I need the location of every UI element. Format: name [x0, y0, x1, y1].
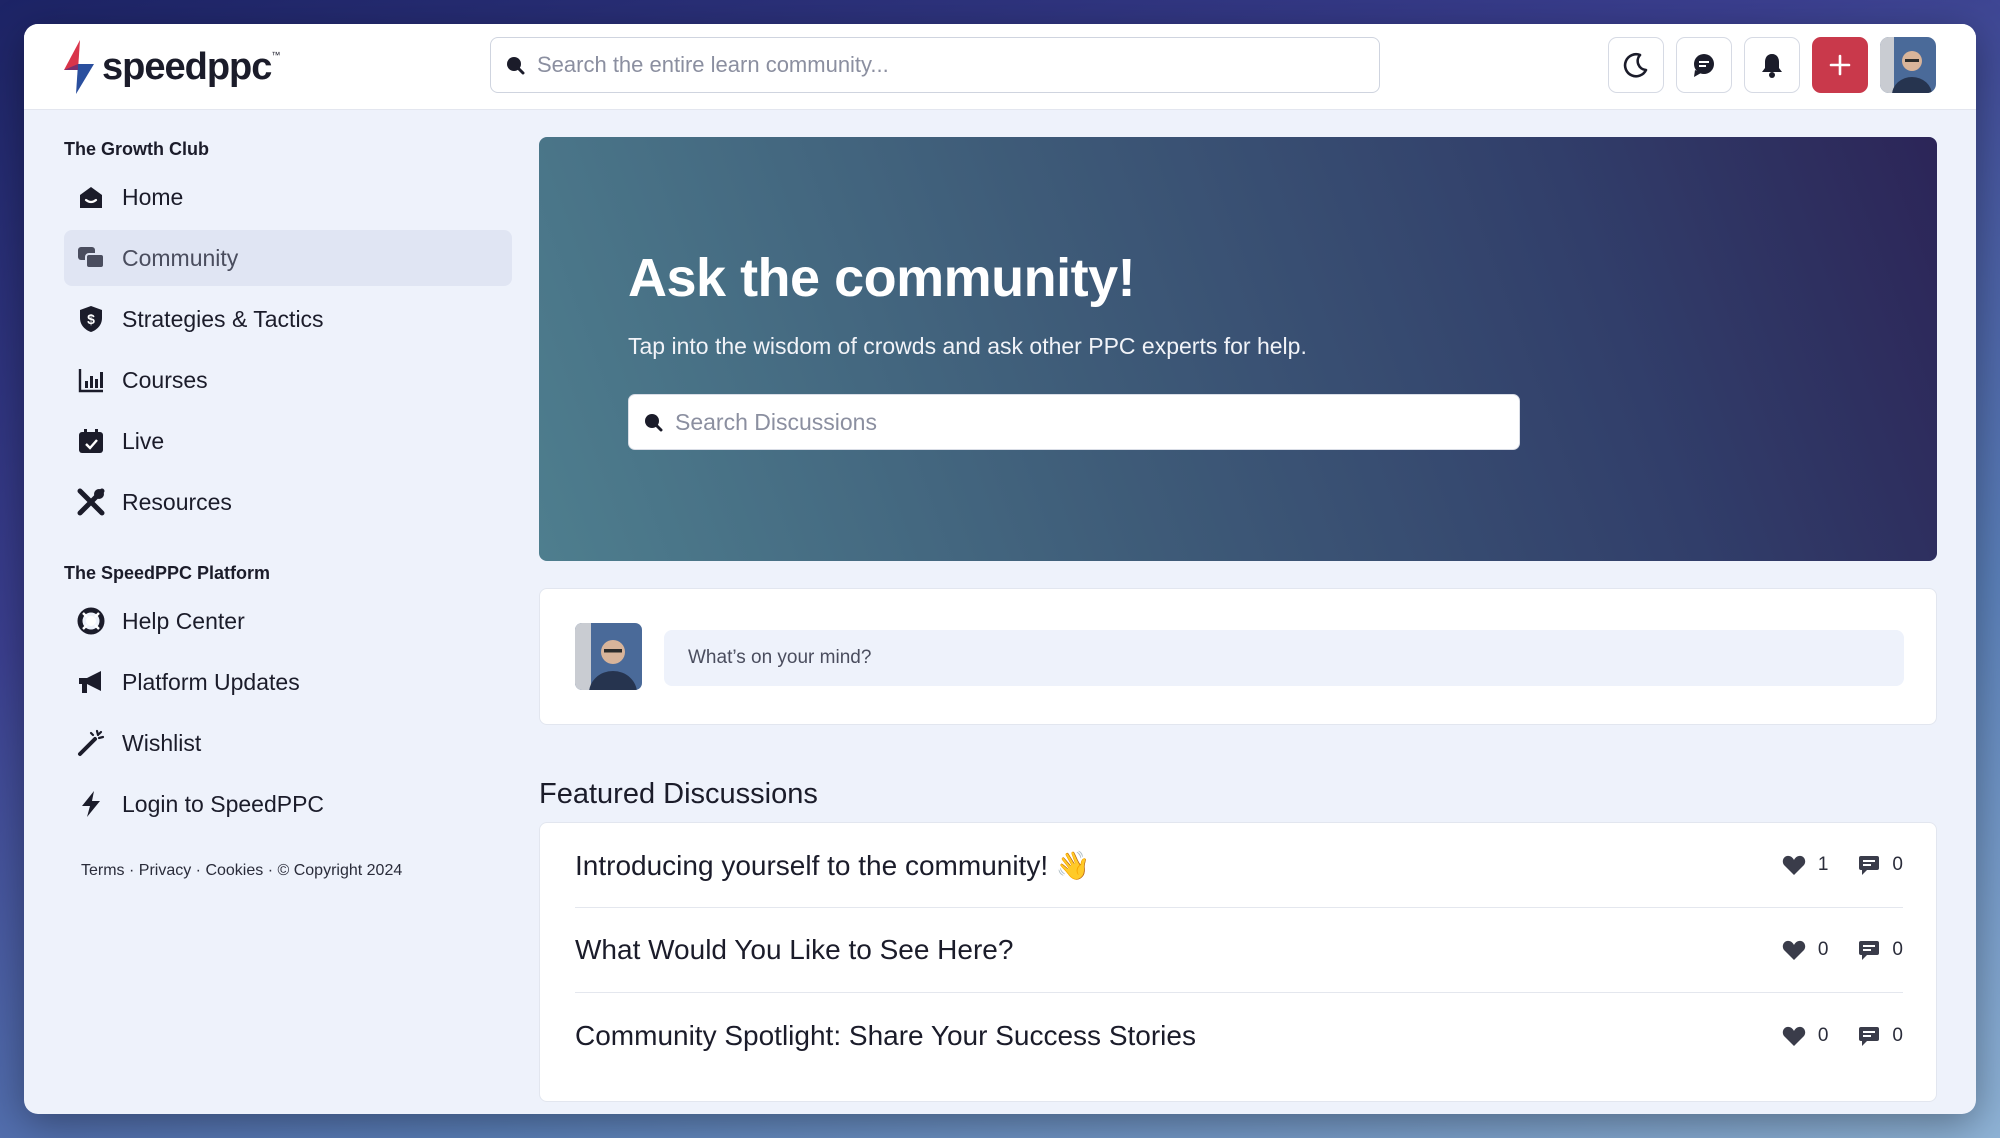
list-item[interactable]: What Would You Like to See Here? 0 0 [575, 908, 1903, 993]
whats-on-your-mind-input[interactable]: What’s on your mind? [664, 630, 1904, 686]
heart-icon[interactable] [1782, 854, 1806, 876]
comment-count: 0 [1892, 939, 1903, 960]
brand-name: speedppc [102, 45, 272, 88]
sidebar-section-platform: The SpeedPPC Platform [64, 562, 271, 583]
sidebar-item-live[interactable]: Live [64, 413, 512, 469]
sidebar-item-label: Community [122, 244, 239, 271]
sidebar-item-courses[interactable]: Courses [64, 352, 512, 408]
top-bar: speedppc™ [24, 24, 1976, 110]
discussion-search-input[interactable] [675, 408, 1464, 436]
app-window: speedppc™ Search the entire learn commun… [24, 24, 1976, 1114]
comment-icon[interactable] [1858, 939, 1880, 961]
terms-link[interactable]: Terms [81, 862, 125, 879]
user-photo-icon [1880, 37, 1936, 93]
tools-icon [76, 487, 106, 517]
global-search-input[interactable] [537, 52, 1324, 78]
comment-count: 0 [1892, 854, 1903, 875]
sidebar: The Growth Club Home Community $ Strateg… [64, 134, 512, 880]
hero-banner: Ask the community! Tap into the wisdom o… [539, 137, 1937, 561]
bell-icon [1762, 54, 1782, 78]
sidebar-item-label: Live [122, 427, 165, 454]
chat-bubbles-icon [76, 243, 106, 273]
sidebar-item-wishlist[interactable]: Wishlist [64, 715, 512, 771]
featured-discussions-title: Featured Discussions [539, 778, 818, 810]
copyright-text: © Copyright 2024 [277, 862, 403, 879]
plus-icon [1829, 54, 1851, 76]
search-icon [507, 57, 525, 75]
post-composer: What’s on your mind? [539, 588, 1937, 725]
bar-chart-icon [76, 365, 106, 395]
create-button[interactable] [1812, 37, 1868, 93]
search-icon [645, 414, 663, 432]
bolt-icon [76, 789, 106, 819]
user-avatar[interactable] [1880, 37, 1936, 93]
top-actions [1608, 37, 1936, 93]
logo[interactable]: speedppc™ [62, 38, 280, 96]
sidebar-item-community[interactable]: Community [64, 230, 512, 286]
sidebar-item-resources[interactable]: Resources [64, 474, 512, 530]
hero-title: Ask the community! [628, 248, 1136, 308]
svg-text:$: $ [87, 311, 95, 327]
global-search[interactable] [490, 37, 1380, 93]
discussion-title[interactable]: What Would You Like to See Here? [575, 934, 1013, 966]
discussion-title[interactable]: Community Spotlight: Share Your Success … [575, 1020, 1196, 1052]
comment-icon[interactable] [1858, 854, 1880, 876]
comment-count: 0 [1892, 1024, 1903, 1046]
sidebar-item-label: Login to SpeedPPC [122, 790, 325, 817]
user-photo-icon [575, 623, 642, 690]
privacy-link[interactable]: Privacy [139, 862, 191, 879]
lifebuoy-icon [76, 606, 106, 636]
sidebar-item-label: Home [122, 183, 184, 210]
chat-icon [1694, 54, 1714, 77]
discussion-search[interactable] [628, 394, 1520, 450]
sidebar-item-label: Platform Updates [122, 668, 300, 695]
sidebar-item-label: Help Center [122, 607, 245, 634]
cookies-link[interactable]: Cookies [205, 862, 263, 879]
speedppc-logo-icon [64, 40, 94, 94]
sidebar-item-home[interactable]: Home [64, 169, 512, 225]
featured-discussions-list: Introducing yourself to the community! 👋… [539, 822, 1937, 1102]
avatar [575, 623, 642, 690]
sidebar-item-label: Courses [122, 366, 208, 393]
like-count: 1 [1817, 854, 1829, 875]
like-count: 0 [1817, 1024, 1829, 1046]
sidebar-item-platform-updates[interactable]: Platform Updates [64, 654, 512, 710]
moon-icon [1623, 53, 1648, 78]
sidebar-item-login-speedppc[interactable]: Login to SpeedPPC [64, 776, 512, 832]
list-item[interactable]: Introducing yourself to the community! 👋… [575, 823, 1903, 908]
megaphone-icon [76, 667, 106, 697]
calendar-icon [76, 426, 106, 456]
like-count: 0 [1817, 939, 1829, 960]
notifications-button[interactable] [1744, 37, 1800, 93]
sidebar-item-label: Resources [122, 488, 232, 515]
hero-subtitle: Tap into the wisdom of crowds and ask ot… [628, 333, 1307, 359]
list-item[interactable]: Community Spotlight: Share Your Success … [575, 993, 1903, 1078]
dark-mode-button[interactable] [1608, 37, 1664, 93]
sidebar-item-help-center[interactable]: Help Center [64, 593, 512, 649]
sidebar-footer: Terms · Privacy · Cookies · © Copyright … [81, 862, 403, 879]
comment-icon[interactable] [1858, 1025, 1880, 1047]
discussion-title[interactable]: Introducing yourself to the community! 👋 [575, 849, 1091, 882]
home-icon [76, 182, 106, 212]
sidebar-section-growth-club: The Growth Club [64, 138, 209, 159]
sidebar-item-label: Strategies & Tactics [122, 305, 324, 332]
shield-dollar-icon: $ [76, 304, 106, 334]
brand-tm: ™ [271, 49, 280, 60]
sidebar-item-strategies[interactable]: $ Strategies & Tactics [64, 291, 512, 347]
magic-wand-icon [76, 728, 106, 758]
sidebar-item-label: Wishlist [122, 729, 202, 756]
messages-button[interactable] [1676, 37, 1732, 93]
heart-icon[interactable] [1782, 1025, 1806, 1047]
heart-icon[interactable] [1782, 939, 1806, 961]
